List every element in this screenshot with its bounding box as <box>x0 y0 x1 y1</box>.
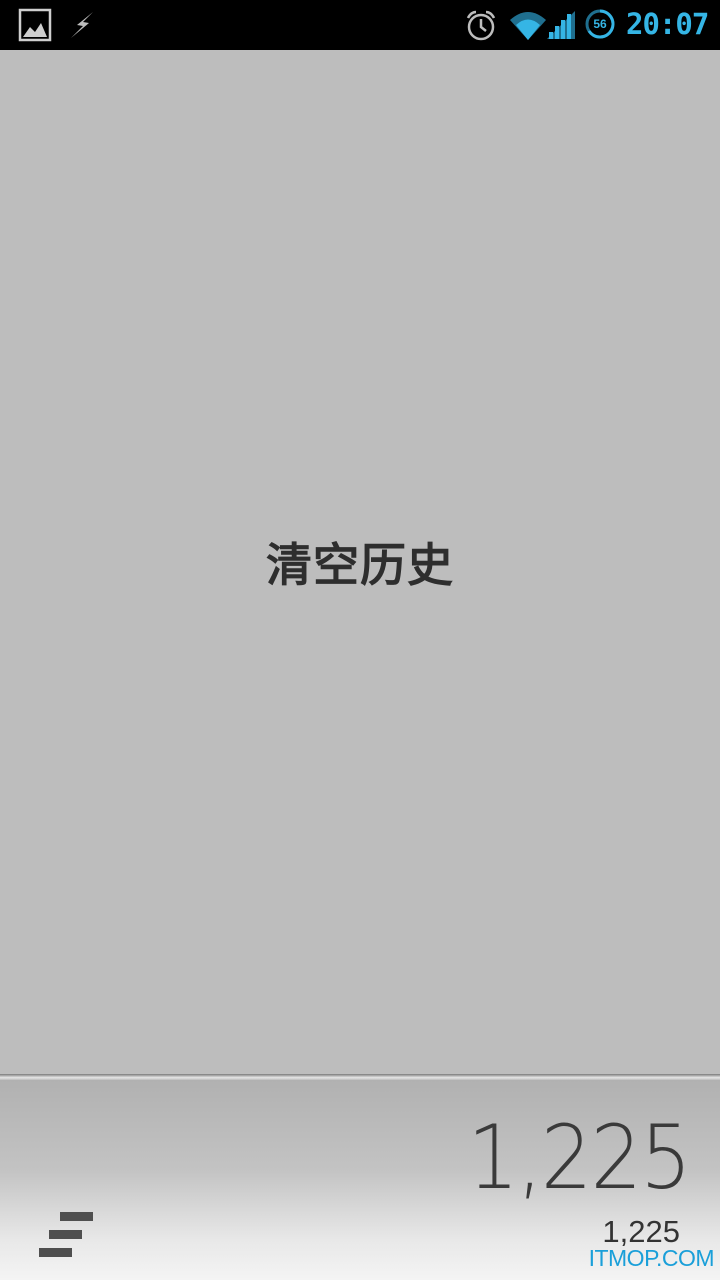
battery-level-text: 56 <box>593 17 607 31</box>
status-bar: 56 20:07 <box>0 0 720 50</box>
alarm-icon <box>466 10 496 41</box>
lightning-icon <box>71 12 93 38</box>
history-area: 清空历史 <box>0 50 720 1076</box>
clock: 20:07 <box>626 7 709 41</box>
history-list-icon[interactable] <box>36 1210 96 1258</box>
clear-history-button[interactable]: 清空历史 <box>210 515 510 615</box>
battery-icon: 56 <box>584 8 616 40</box>
wifi-icon <box>510 12 546 40</box>
result-display: 1,225 <box>467 1106 691 1209</box>
watermark: ITMOP.COM <box>588 1245 715 1271</box>
signal-icon <box>547 11 575 39</box>
image-notification-icon <box>18 8 52 42</box>
display-panel: 1,225 1,225 ITMOP.COM <box>0 1080 720 1280</box>
